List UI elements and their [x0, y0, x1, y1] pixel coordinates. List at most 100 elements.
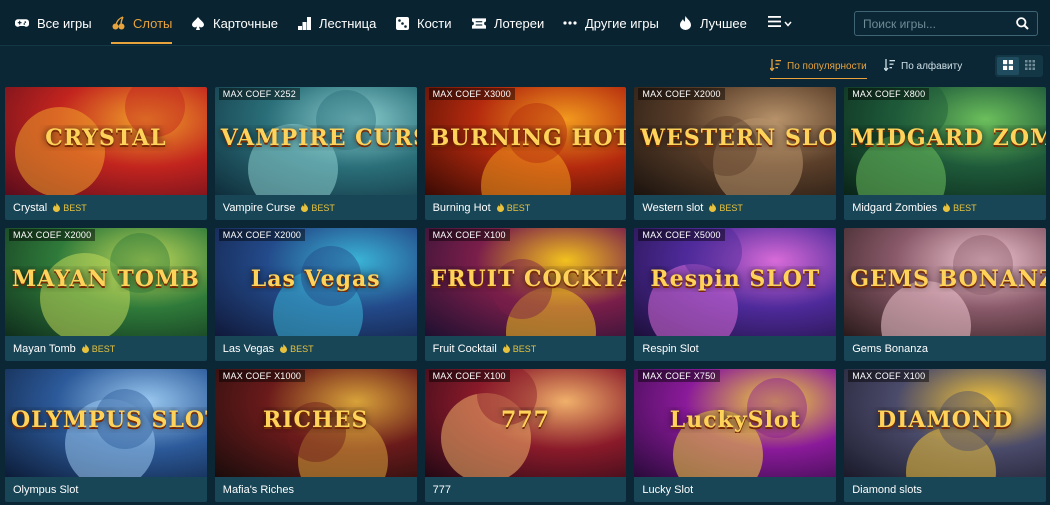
gamepad-icon: [15, 16, 29, 30]
game-thumbnail[interactable]: BURNING HOT MAX COEF X3000: [424, 87, 627, 195]
game-thumbnail[interactable]: DIAMOND MAX COEF X100: [844, 369, 1046, 477]
game-info-bar: Respin Slot: [634, 336, 836, 361]
game-card[interactable]: LuckySlot MAX COEF X750 Lucky Slot: [634, 369, 837, 502]
game-info-bar: Vampire Curse BEST: [215, 195, 417, 220]
game-info-bar: Lucky Slot: [634, 477, 836, 502]
game-info-bar: Burning Hot BEST: [425, 195, 627, 220]
game-thumbnail[interactable]: Respin SLOT MAX COEF X5000: [634, 228, 837, 336]
flame-icon: [496, 203, 504, 212]
game-info-bar: Crystal BEST: [5, 195, 207, 220]
game-logo: MIDGARD ZOMBIES: [850, 125, 1046, 151]
nav-item-dice[interactable]: Кости: [395, 0, 452, 46]
game-thumbnail[interactable]: VAMPIRE CURSE MAX COEF X252: [214, 87, 417, 195]
game-info-bar: Mayan Tomb BEST: [5, 336, 207, 361]
game-card[interactable]: RICHES MAX COEF X1000 Mafia's Riches: [214, 369, 417, 502]
max-coef-badge: MAX COEF X750: [638, 370, 720, 382]
sort-alphabet-label: По алфавиту: [901, 60, 963, 72]
game-title: Burning Hot: [432, 201, 491, 214]
best-label: BEST: [91, 343, 116, 354]
game-logo: VAMPIRE CURSE: [220, 125, 417, 151]
sort-popular-label: По популярности: [787, 60, 867, 72]
search-icon[interactable]: [1016, 17, 1029, 35]
game-thumbnail[interactable]: MAYAN TOMB MAX COEF X2000: [5, 228, 207, 336]
ladder-icon: [297, 16, 311, 30]
nav-label: Лотереи: [494, 15, 545, 31]
grid-large-icon: [1003, 57, 1013, 75]
search-input[interactable]: [863, 12, 1013, 35]
game-title: Midgard Zombies: [852, 201, 938, 214]
grid-small-view-button[interactable]: [1019, 57, 1041, 75]
max-coef-badge: MAX COEF X100: [428, 370, 510, 382]
nav-item-lotteries[interactable]: Лотереи: [472, 0, 544, 46]
max-coef-badge: MAX COEF X100: [848, 370, 930, 382]
game-logo: Respin SLOT: [650, 266, 821, 292]
game-title: Las Vegas: [222, 342, 275, 355]
flame-icon: [301, 203, 309, 212]
game-card[interactable]: DIAMOND MAX COEF X100 Diamond slots: [844, 369, 1046, 502]
nav-item-slots[interactable]: Слоты: [111, 0, 173, 46]
game-card[interactable]: 777 MAX COEF X100 777: [424, 369, 627, 502]
game-card[interactable]: Respin SLOT MAX COEF X5000 Respin Slot: [634, 228, 837, 361]
game-info-bar: Midgard Zombies BEST: [844, 195, 1046, 220]
view-toggle: [995, 55, 1043, 77]
sort-icon: [769, 58, 781, 74]
game-title: Respin Slot: [642, 342, 699, 355]
game-thumbnail[interactable]: FRUIT COCKTAIL MAX COEF X100: [424, 228, 627, 336]
best-badge: BEST: [280, 344, 314, 354]
game-thumbnail[interactable]: MIDGARD ZOMBIES MAX COEF X800: [844, 87, 1046, 195]
nav-item-other-games[interactable]: Другие игры: [563, 0, 659, 46]
best-label: BEST: [506, 202, 531, 213]
flame-icon: [678, 16, 692, 30]
game-card[interactable]: CRYSTAL Crystal BEST: [5, 87, 207, 220]
game-thumbnail[interactable]: OLYMPUS SLOT: [5, 369, 207, 477]
game-card[interactable]: GEMS BONANZA Gems Bonanza: [844, 228, 1046, 361]
game-logo: GEMS BONANZA: [850, 266, 1046, 292]
nav-label: Слоты: [133, 15, 173, 31]
nav-label: Кости: [417, 15, 452, 31]
game-card[interactable]: VAMPIRE CURSE MAX COEF X252 Vampire Curse B…: [214, 87, 417, 220]
best-label: BEST: [311, 202, 335, 213]
game-thumbnail[interactable]: LuckySlot MAX COEF X750: [634, 369, 837, 477]
flame-icon: [53, 203, 61, 212]
sort-alphabet-button[interactable]: По алфавиту: [883, 57, 963, 75]
flame-icon: [502, 344, 510, 353]
nav-label: Лестница: [319, 15, 377, 31]
grid-large-view-button[interactable]: [997, 57, 1019, 75]
game-info-bar: Western slot BEST: [634, 195, 836, 220]
max-coef-badge: MAX COEF X2000: [638, 88, 725, 100]
game-thumbnail[interactable]: CRYSTAL: [5, 87, 207, 195]
more-menu-button[interactable]: [768, 12, 792, 34]
game-thumbnail[interactable]: 777 MAX COEF X100: [424, 369, 627, 477]
games-grid: CRYSTAL Crystal BEST VAMPIRE CURSE MAX COEF …: [5, 87, 1046, 502]
game-thumbnail[interactable]: GEMS BONANZA: [844, 228, 1046, 336]
max-coef-badge: MAX COEF X800: [848, 88, 930, 100]
game-logo: Las Vegas: [250, 266, 381, 292]
game-title: Vampire Curse: [222, 201, 296, 214]
nav-label: Другие игры: [585, 15, 659, 31]
game-card[interactable]: MIDGARD ZOMBIES MAX COEF X800 Midgard Zomb…: [844, 87, 1046, 220]
thumbnail-art: [15, 107, 105, 195]
nav-item-all-games[interactable]: Все игры: [15, 0, 92, 46]
game-card[interactable]: WESTERN SLOT MAX COEF X2000 Western slot BE…: [634, 87, 837, 220]
game-logo: BURNING HOT: [430, 125, 627, 151]
game-thumbnail[interactable]: RICHES MAX COEF X1000: [214, 369, 417, 477]
nav-item-best[interactable]: Лучшее: [678, 0, 747, 46]
nav-item-ladder[interactable]: Лестница: [297, 0, 376, 46]
game-card[interactable]: OLYMPUS SLOT Olympus Slot: [5, 369, 207, 502]
game-info-bar: Diamond slots: [844, 477, 1046, 502]
game-card[interactable]: MAYAN TOMB MAX COEF X2000 Mayan Tomb BEST: [5, 228, 207, 361]
best-label: BEST: [719, 202, 743, 213]
game-title: Gems Bonanza: [852, 342, 929, 355]
game-thumbnail[interactable]: WESTERN SLOT MAX COEF X2000: [634, 87, 837, 195]
nav-item-cards[interactable]: Карточные: [191, 0, 278, 46]
best-badge: BEST: [709, 203, 743, 213]
game-card[interactable]: BURNING HOT MAX COEF X3000 Burning Hot BEST: [424, 87, 627, 220]
game-card[interactable]: FRUIT COCKTAIL MAX COEF X100 Fruit Cocktai…: [424, 228, 627, 361]
max-coef-badge: MAX COEF X100: [428, 229, 510, 241]
game-title: Western slot: [642, 201, 704, 214]
game-thumbnail[interactable]: Las Vegas MAX COEF X2000: [214, 228, 417, 336]
game-title: 777: [432, 483, 451, 496]
game-card[interactable]: Las Vegas MAX COEF X2000 Las Vegas BEST: [214, 228, 417, 361]
sort-popular-button[interactable]: По популярности: [769, 57, 867, 79]
dice-icon: [395, 16, 409, 30]
